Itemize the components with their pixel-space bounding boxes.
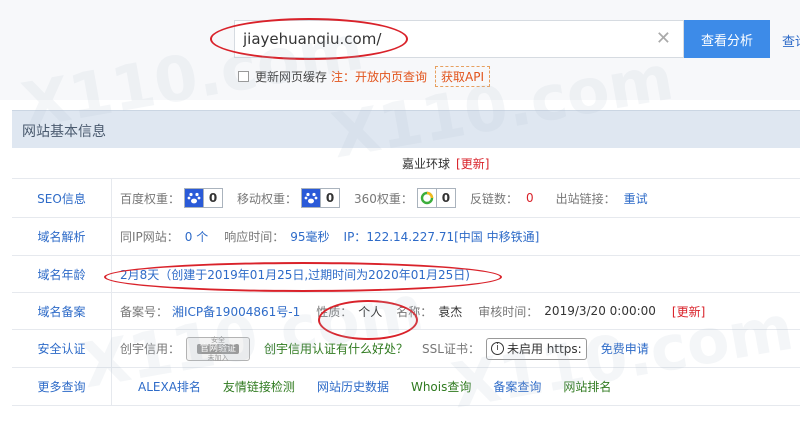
seo-content: 百度权重： 0 移动权重： 0 360权重： 0 反链数： 0 出站链接： 重试 bbox=[120, 179, 648, 217]
analyze-button[interactable]: 查看分析 bbox=[684, 20, 770, 58]
info-icon: i bbox=[490, 342, 504, 355]
security-content: 创宇信用： 安全 官网验证 未加入 创宇信用认证有什么好处？ SSL证书： i … bbox=[120, 330, 649, 367]
outlinks-label: 出站链接： bbox=[555, 191, 616, 206]
chuangyu-benefit-link[interactable]: 创宇信用认证有什么好处？ bbox=[264, 340, 408, 357]
domain-parse-label[interactable]: 域名解析 bbox=[12, 218, 112, 255]
mobile-weight-label: 移动权重： bbox=[237, 191, 298, 206]
beian-update-link[interactable]: [更新] bbox=[672, 303, 705, 320]
beian-query-link[interactable]: 备案查询 bbox=[493, 378, 541, 395]
domain-parse-row: 域名解析 同IP网站： 0 个 响应时间： 95毫秒 IP： 122.14.22… bbox=[12, 218, 800, 256]
security-row: 安全认证 创宇信用： 安全 官网验证 未加入 创宇信用认证有什么好处？ SSL证… bbox=[12, 330, 800, 368]
beian-no-label: 备案号： bbox=[120, 304, 169, 319]
ssl-apply-link[interactable]: 免费申请 bbox=[601, 340, 649, 357]
domain-parse-content: 同IP网站： 0 个 响应时间： 95毫秒 IP： 122.14.227.71[… bbox=[120, 218, 539, 255]
response-time-label: 响应时间： bbox=[224, 230, 285, 244]
baidu-weight-value: 0 bbox=[208, 191, 218, 205]
site-name-row: 嘉业环球 [更新] bbox=[12, 148, 800, 179]
beian-type-value: 个人 bbox=[358, 304, 383, 319]
whois-query-link[interactable]: Whois查询 bbox=[411, 378, 471, 395]
more-query-row: 更多查询 ALEXA排名 友情链接检测 网站历史数据 Whois查询 备案查询 … bbox=[12, 368, 800, 406]
beian-label[interactable]: 域名备案 bbox=[12, 293, 112, 329]
section-header: 网站基本信息 bbox=[12, 110, 800, 148]
refresh-cache-label: 更新网页缓存 bbox=[255, 69, 328, 84]
beian-row: 域名备案 备案号： 湘ICP备19004861号-1 性质： 个人 名称： 袁杰… bbox=[12, 293, 800, 330]
get-api-button[interactable]: 获取API bbox=[435, 65, 491, 87]
more-query-content: ALEXA排名 友情链接检测 网站历史数据 Whois查询 备案查询 网站排名 bbox=[138, 368, 633, 405]
alexa-rank-link[interactable]: ALEXA排名 bbox=[138, 378, 201, 395]
domain-age-value: 2月8天（创建于2019年01月25日,过期时间为2020年01月25日) bbox=[120, 267, 470, 282]
domain-age-row: 域名年龄 2月8天（创建于2019年01月25日,过期时间为2020年01月25… bbox=[12, 256, 800, 293]
search-box[interactable]: ✕ bbox=[234, 20, 684, 58]
mobile-weight-badge[interactable]: 0 bbox=[301, 188, 341, 208]
friend-link-check-link[interactable]: 友情链接检测 bbox=[223, 378, 295, 395]
beian-no-link[interactable]: 湘ICP备19004861号-1 bbox=[172, 303, 300, 320]
chuangyu-label: 创宇信用： bbox=[120, 342, 181, 356]
domain-search-input[interactable] bbox=[243, 21, 643, 57]
baidu-weight-label: 百度权重： bbox=[120, 191, 181, 206]
domain-age-content: 2月8天（创建于2019年01月25日,过期时间为2020年01月25日) bbox=[120, 256, 470, 292]
site-update-link[interactable]: [更新] bbox=[456, 155, 489, 172]
security-label[interactable]: 安全认证 bbox=[12, 330, 112, 367]
site-name-content: 嘉业环球 [更新] bbox=[402, 148, 489, 178]
beian-type-label: 性质： bbox=[316, 304, 353, 319]
stamp-top-text: 安全 bbox=[211, 335, 226, 344]
w360-weight-badge[interactable]: 0 bbox=[416, 188, 456, 208]
close-icon[interactable]: ✕ bbox=[656, 29, 671, 49]
backlinks-label: 反链数： bbox=[469, 191, 518, 206]
ssl-status-text: 未启用 https: bbox=[506, 342, 582, 356]
seo-label[interactable]: SEO信息 bbox=[12, 179, 112, 217]
same-ip-value[interactable]: 0 个 bbox=[185, 228, 208, 245]
360-logo-icon bbox=[418, 189, 437, 207]
backlinks-value[interactable]: 0 bbox=[526, 191, 534, 205]
ip-label: IP： bbox=[343, 230, 367, 244]
baidu-weight-badge[interactable]: 0 bbox=[184, 188, 224, 208]
site-rank-link[interactable]: 网站排名 bbox=[563, 378, 611, 395]
paw-icon bbox=[185, 189, 205, 207]
refresh-cache-checkbox[interactable] bbox=[238, 70, 249, 82]
search-options: 更新网页缓存 注：开放内页查询 获取API bbox=[238, 65, 491, 87]
same-ip-label: 同IP网站： bbox=[120, 230, 179, 244]
beian-name-label: 名称： bbox=[396, 304, 433, 319]
more-query-label[interactable]: 更多查询 bbox=[12, 368, 112, 405]
response-time-value: 95毫秒 bbox=[290, 230, 330, 244]
verified-stamp-icon: 安全 官网验证 未加入 bbox=[186, 335, 251, 362]
site-name: 嘉业环球 bbox=[402, 156, 451, 171]
site-history-link[interactable]: 网站历史数据 bbox=[317, 378, 389, 395]
seo-row: SEO信息 百度权重： 0 移动权重： 0 360权重： 0 反链数： 0 出站… bbox=[12, 179, 800, 218]
ssl-label: SSL证书： bbox=[422, 342, 480, 356]
domain-age-label[interactable]: 域名年龄 bbox=[12, 256, 112, 292]
inner-page-note: 注：开放内页查询 bbox=[331, 69, 428, 84]
ip-value-link[interactable]: 122.14.227.71[中国 中移铁通] bbox=[366, 228, 539, 245]
beian-time-value: 2019/3/20 0:00:00 bbox=[544, 304, 656, 318]
search-area: ✕ 查看分析 查询 更新网页缓存 注：开放内页查询 获取API bbox=[0, 0, 800, 100]
beian-content: 备案号： 湘ICP备19004861号-1 性质： 个人 名称： 袁杰 审核时间… bbox=[120, 293, 705, 329]
section-title: 网站基本信息 bbox=[22, 124, 106, 140]
paw-icon bbox=[302, 189, 322, 207]
mobile-weight-value: 0 bbox=[325, 191, 335, 205]
outlinks-retry-link[interactable]: 重试 bbox=[624, 190, 648, 207]
w360-weight-label: 360权重： bbox=[354, 191, 413, 206]
w360-weight-value: 0 bbox=[441, 191, 451, 205]
ssl-status-button[interactable]: i 未启用 https: bbox=[485, 337, 587, 360]
stamp-main-text: 官网验证 bbox=[197, 343, 240, 354]
beian-time-label: 审核时间： bbox=[478, 304, 539, 319]
beian-name-value: 袁杰 bbox=[438, 304, 463, 319]
stamp-sub-text: 未加入 bbox=[207, 353, 229, 362]
more-query-link[interactable]: 查询 bbox=[782, 31, 800, 50]
